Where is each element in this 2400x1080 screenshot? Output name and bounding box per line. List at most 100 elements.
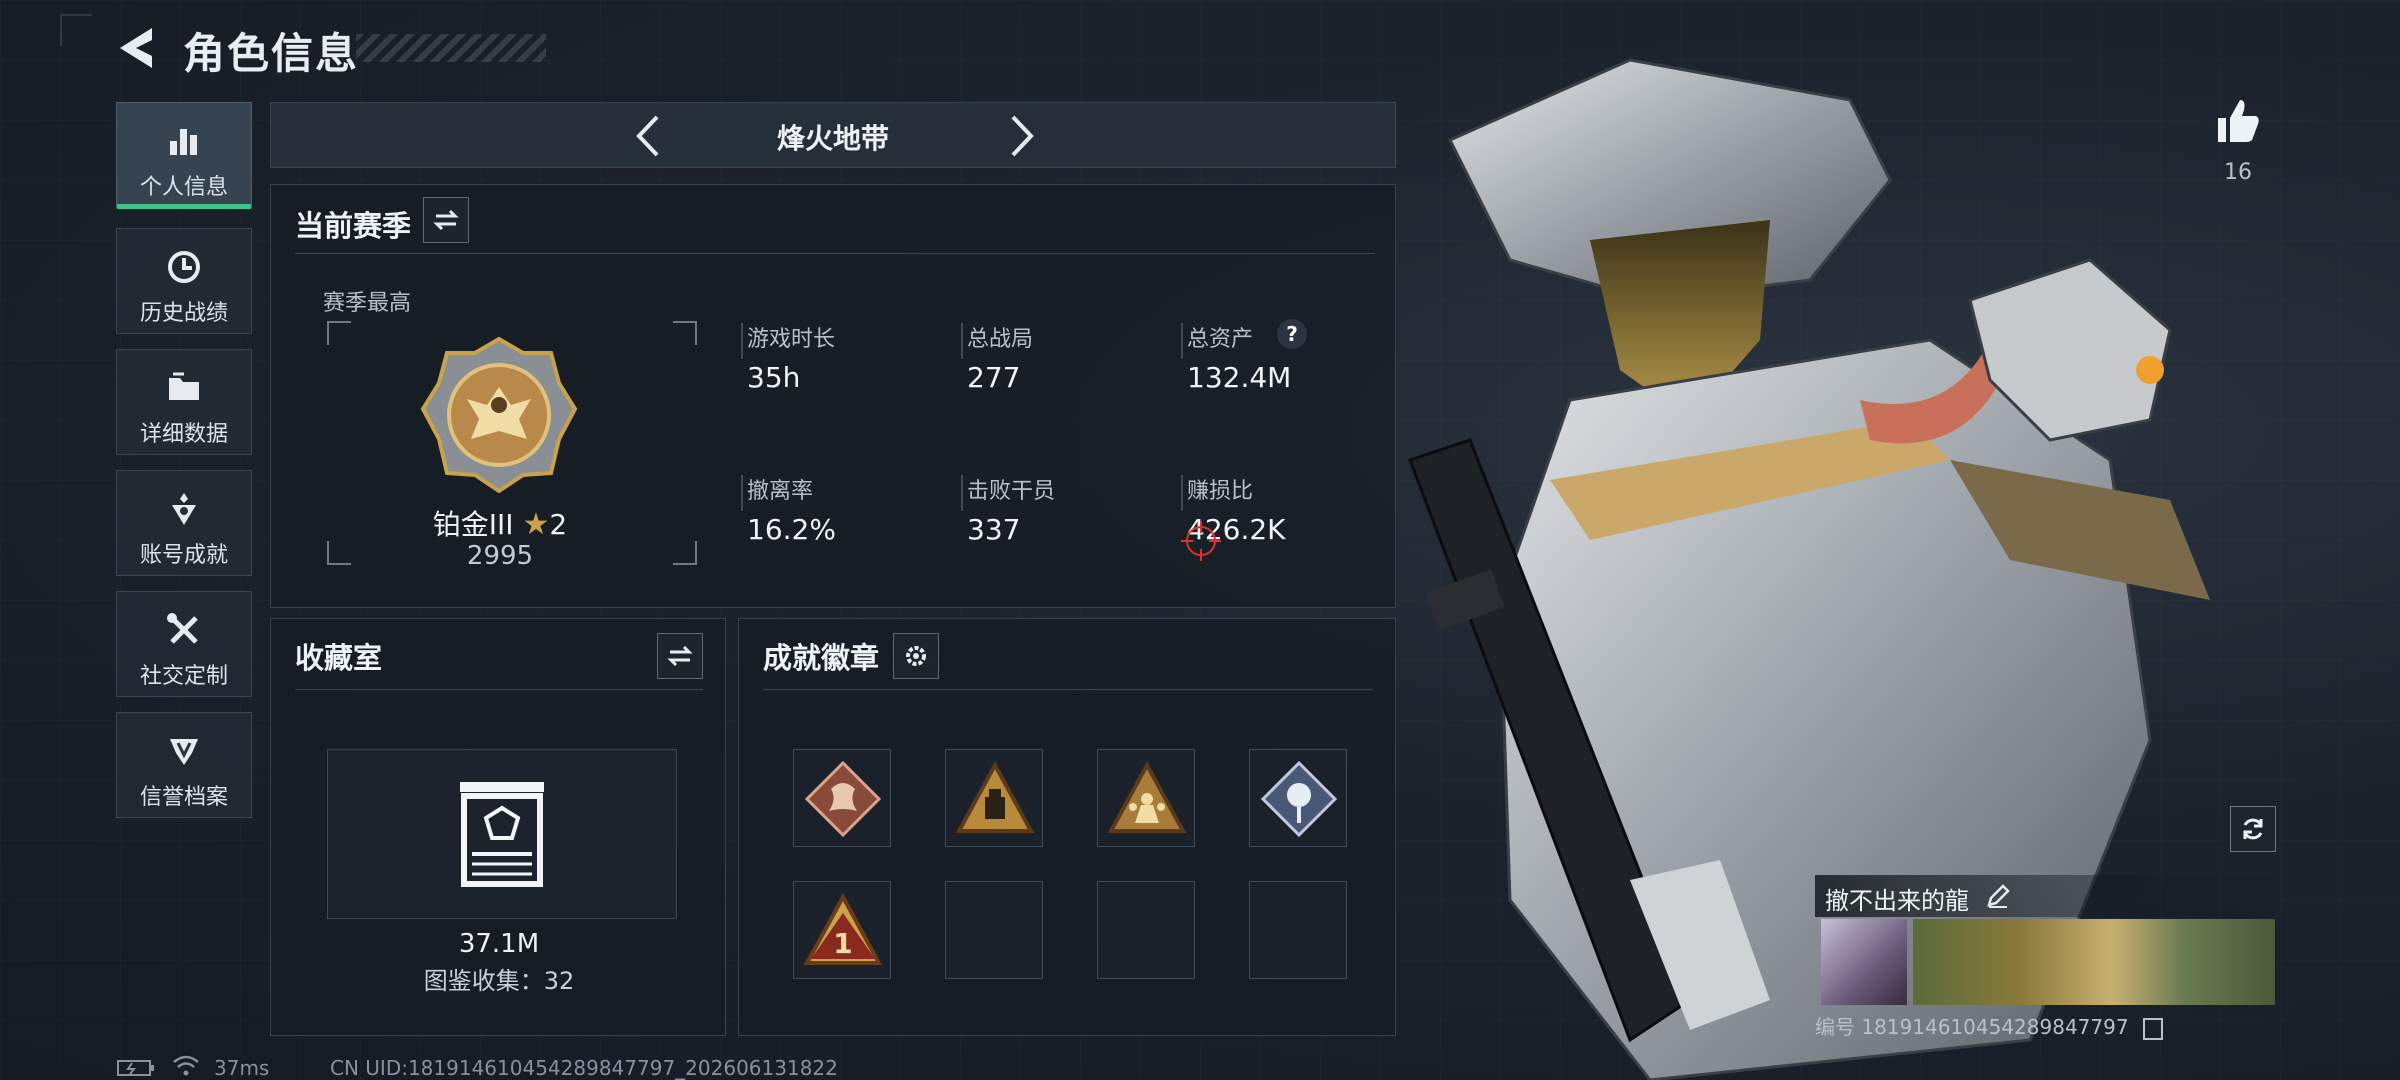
badge-slot-4[interactable]	[1249, 749, 1347, 847]
season-title: 当前赛季	[295, 209, 412, 243]
swap-icon	[667, 645, 693, 667]
collection-switch-button[interactable]	[657, 633, 703, 679]
rotate-model-button[interactable]	[2230, 806, 2276, 852]
folder-icon	[169, 372, 199, 400]
badge-slot-empty[interactable]	[1097, 881, 1195, 979]
uid-text: CN UID:18191461045428984779​7_2026061318…	[330, 1056, 838, 1080]
mode-name: 烽火地带	[776, 122, 889, 155]
sidebar-item-reputation[interactable]: 信誉档案	[116, 712, 252, 818]
page-title: 角色信息	[183, 29, 360, 78]
badge-slot-1[interactable]	[793, 749, 891, 847]
stat-value-playtime: 35h	[747, 361, 801, 394]
next-mode-button[interactable]	[997, 111, 1045, 161]
rose-badge-icon	[1260, 760, 1338, 838]
badge-settings-button[interactable]	[893, 633, 939, 679]
season-switch-button[interactable]	[423, 197, 469, 243]
copy-icon[interactable]	[2142, 1017, 2163, 1040]
banner-image	[1913, 919, 2275, 1005]
rank-name: 铂金III ★2	[271, 503, 729, 543]
history-clock-icon	[168, 251, 200, 283]
stat-value-total-matches: 277	[967, 361, 1021, 394]
svg-text:1: 1	[833, 927, 852, 960]
stat-divider	[961, 323, 963, 359]
stat-label-kills: 击败干员	[967, 479, 1056, 504]
divider	[295, 689, 703, 690]
stat-label-extract-rate: 撤离率	[747, 479, 814, 504]
frame-corner	[673, 321, 697, 345]
first-place-badge-icon: 1	[803, 892, 883, 965]
stat-label-total-assets: 总资产	[1187, 327, 1254, 352]
rank-score: 2995	[466, 541, 534, 571]
squad-badge-icon	[1107, 760, 1187, 833]
divider	[763, 689, 1373, 690]
rank-stars: 2	[549, 508, 568, 541]
refresh-icon	[2243, 818, 2263, 840]
back-button[interactable]	[112, 22, 160, 74]
stat-divider	[741, 475, 743, 511]
sidebar-item-personal-info[interactable]: 个人信息	[116, 102, 252, 209]
stat-label-profit-ratio: 赚损比	[1187, 479, 1254, 504]
collection-showcase[interactable]	[327, 749, 677, 919]
name-bar: 撤不出来的龍	[1815, 875, 2275, 917]
like-button[interactable]	[2212, 96, 2262, 146]
collection-title: 收藏室	[295, 641, 383, 675]
sidebar-item-label: 社交定制	[139, 664, 228, 689]
stat-divider	[1181, 475, 1183, 511]
edit-name-icon[interactable]	[1985, 883, 2011, 909]
mode-selector: 烽火地带	[270, 102, 1396, 168]
back-arrow-icon	[120, 28, 152, 68]
sidebar-item-label: 账号成就	[139, 543, 228, 568]
chevron-right-icon	[1011, 115, 1034, 157]
sidebar-item-label: 详细数据	[139, 422, 228, 447]
sidebar-item-achievements[interactable]: 账号成就	[116, 470, 252, 576]
battery-icon	[117, 1060, 154, 1076]
tools-icon	[167, 613, 198, 644]
achievement-icon	[172, 493, 196, 525]
player-name-card: 撤不出来的龍 编号 1819146104542898477​97	[1815, 875, 2275, 1040]
stat-label-total-matches: 总战局	[967, 327, 1034, 352]
collection-value: 37.1M	[458, 929, 540, 959]
star-icon: ★	[522, 507, 550, 542]
reputation-icon	[170, 739, 198, 765]
sidebar-item-label: 历史战绩	[139, 301, 228, 326]
player-name: 撤不出来的龍	[1825, 887, 1969, 915]
name-card-banner[interactable]	[1815, 919, 2275, 1005]
achievement-badges-panel: 成就徽章 1	[738, 618, 1396, 1036]
supply-badge-icon	[955, 760, 1035, 833]
badge-slot-empty[interactable]	[945, 881, 1043, 979]
badge-slot-2[interactable]	[945, 749, 1043, 847]
like-count: 16	[2224, 160, 2252, 185]
sidebar-item-social[interactable]: 社交定制	[116, 591, 252, 697]
vault-icon	[460, 782, 544, 887]
ping-value: 37ms	[214, 1056, 270, 1080]
badge-slot-empty[interactable]	[1249, 881, 1347, 979]
badge-slot-5[interactable]: 1	[793, 881, 891, 979]
achievements-title: 成就徽章	[763, 641, 880, 675]
dragon-badge-icon	[804, 760, 882, 838]
player-id: 编号 1819146104542898477​97	[1815, 1015, 2129, 1039]
stat-divider	[961, 475, 963, 511]
divider	[295, 253, 1375, 254]
stat-label-playtime: 游戏时长	[747, 327, 836, 352]
season-best-label: 赛季最高	[323, 291, 412, 316]
player-id-row: 编号 1819146104542898477​97	[1815, 1011, 2275, 1040]
bar-chart-icon	[170, 129, 197, 155]
stat-divider	[1181, 323, 1183, 359]
sidebar-item-history[interactable]: 历史战绩	[116, 228, 252, 334]
current-season-panel: 当前赛季 赛季最高 铂金III ★2 2995 游戏时长 35h 总战局 277…	[270, 184, 1396, 608]
avatar	[1821, 919, 1907, 1005]
rank-label: 铂金III	[432, 508, 514, 541]
stat-value-total-assets: 132.4M	[1187, 361, 1292, 394]
title-decoration	[356, 34, 546, 62]
stat-divider	[741, 323, 743, 359]
help-icon[interactable]: ?	[1277, 319, 1307, 349]
swap-icon	[433, 209, 459, 231]
badge-slot-3[interactable]	[1097, 749, 1195, 847]
crosshair-icon	[1181, 521, 1221, 561]
sidebar-item-detailed-data[interactable]: 详细数据	[116, 349, 252, 455]
sidebar-item-label: 信誉档案	[139, 785, 228, 810]
corner-mark	[60, 14, 92, 46]
rank-emblem-icon	[420, 336, 578, 494]
wifi-icon	[173, 1055, 199, 1076]
frame-corner	[327, 321, 351, 345]
